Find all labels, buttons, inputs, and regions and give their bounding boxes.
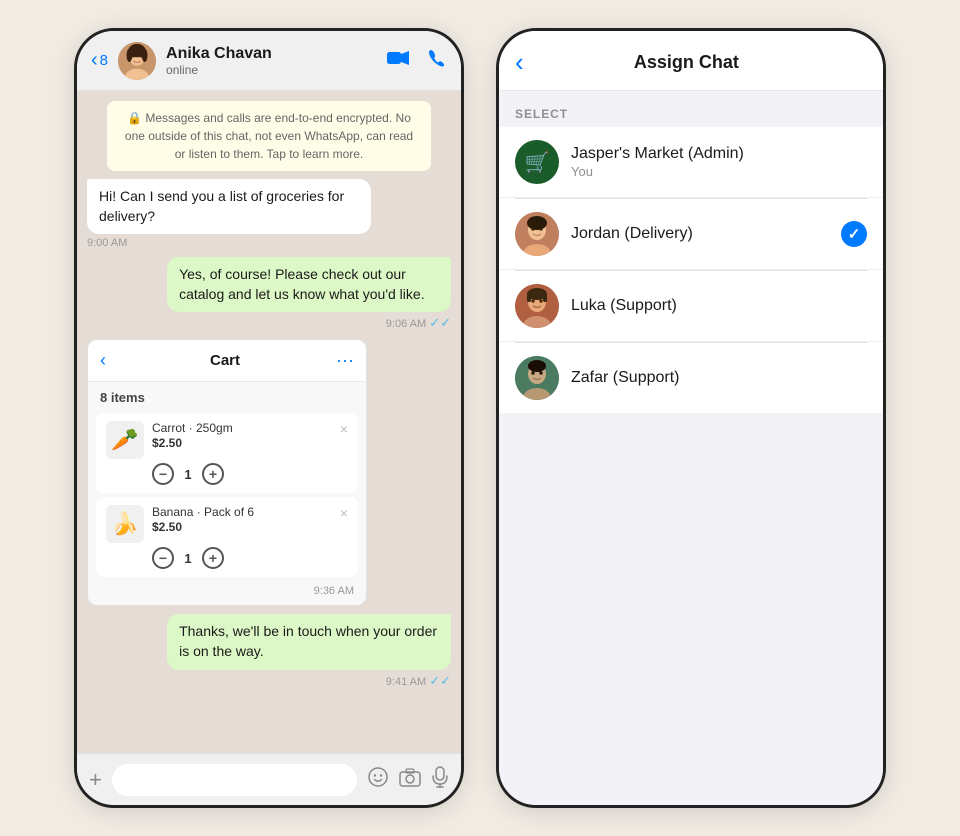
assign-item-info: Zafar (Support): [571, 369, 867, 387]
assign-item-name: Zafar (Support): [571, 369, 867, 387]
assign-section-label: SELECT: [499, 91, 883, 127]
jordan-avatar: [515, 212, 559, 256]
jaspers-avatar: 🛒: [515, 140, 559, 184]
assign-item-jaspers[interactable]: 🛒 Jasper's Market (Admin) You: [499, 127, 883, 198]
qty-value: 1: [180, 551, 196, 566]
message-sent-2: Thanks, we'll be in touch when your orde…: [87, 614, 451, 688]
encryption-notice: 🔒 Messages and calls are end-to-end encr…: [107, 101, 431, 171]
left-phone: ‹ 8 Anika Chavan online: [74, 28, 464, 808]
cart-timestamp: 9:36 AM: [88, 581, 366, 605]
banana-image: 🍌: [106, 505, 144, 543]
video-call-icon[interactable]: [387, 49, 409, 72]
cart-item-info: Carrot · 250gm $2.50: [152, 421, 348, 450]
luka-avatar: [515, 284, 559, 328]
chat-input[interactable]: [112, 764, 357, 796]
carrot-image: 🥕: [106, 421, 144, 459]
message-bubble: Thanks, we'll be in touch when your orde…: [167, 614, 451, 669]
back-count: 8: [100, 52, 108, 69]
qty-increase-button[interactable]: +: [202, 463, 224, 485]
cart-item-price: $2.50: [152, 520, 348, 534]
cart-more-icon[interactable]: ···: [336, 350, 354, 371]
assign-item-zafar[interactable]: Zafar (Support): [499, 343, 883, 413]
assign-item-info: Jasper's Market (Admin) You: [571, 145, 867, 179]
assign-title: Assign Chat: [532, 52, 841, 73]
message-ticks: ✓✓: [429, 673, 451, 688]
camera-icon[interactable]: [399, 767, 421, 793]
qty-increase-button[interactable]: +: [202, 547, 224, 569]
qty-value: 1: [180, 467, 196, 482]
contact-avatar: [118, 42, 156, 80]
header-actions: [387, 48, 447, 74]
cart-item-1: 🥕 Carrot · 250gm $2.50 × − 1 +: [96, 413, 358, 493]
chat-body: 🔒 Messages and calls are end-to-end encr…: [77, 91, 461, 753]
cart-item-price: $2.50: [152, 436, 348, 450]
message-text: Thanks, we'll be in touch when your orde…: [179, 623, 437, 659]
back-button[interactable]: ‹ 8: [91, 49, 108, 72]
assign-agent-list: 🛒 Jasper's Market (Admin) You: [499, 127, 883, 413]
message-sent-1: Yes, of course! Please check out our cat…: [87, 257, 451, 331]
contact-info: Anika Chavan online: [166, 45, 377, 77]
cart-item-2: 🍌 Banana · Pack of 6 $2.50 × − 1 +: [96, 497, 358, 577]
microphone-icon[interactable]: [431, 766, 449, 794]
contact-status: online: [166, 63, 377, 77]
qty-decrease-button[interactable]: −: [152, 463, 174, 485]
qty-decrease-button[interactable]: −: [152, 547, 174, 569]
time-text: 9:41 AM: [386, 676, 426, 688]
message-text: Yes, of course! Please check out our cat…: [179, 266, 425, 302]
cart-count: 8 items: [88, 382, 366, 409]
sticker-icon[interactable]: [367, 766, 389, 794]
time-text: 9:06 AM: [386, 318, 426, 330]
message-bubble: Hi! Can I send you a list of groceries f…: [87, 179, 371, 234]
cart-back-icon[interactable]: ‹: [100, 350, 106, 371]
message-text: Hi! Can I send you a list of groceries f…: [99, 188, 344, 224]
assign-header: ‹ Assign Chat: [499, 31, 883, 91]
cart-header: ‹ Cart ···: [88, 340, 366, 382]
back-chevron-icon: ‹: [91, 49, 98, 72]
message-ticks: ✓✓: [429, 315, 451, 330]
cart-qty-row: − 1 +: [106, 463, 348, 485]
assign-item-name: Luka (Support): [571, 297, 867, 315]
assign-item-name: Jasper's Market (Admin): [571, 145, 867, 163]
svg-text:🛒: 🛒: [525, 150, 550, 174]
cart-item-info: Banana · Pack of 6 $2.50: [152, 505, 348, 534]
message-time: 9:41 AM ✓✓: [386, 673, 451, 689]
cart-card: ‹ Cart ··· 8 items 🥕 Carrot · 250gm $2.5…: [87, 339, 367, 606]
encryption-text: 🔒 Messages and calls are end-to-end encr…: [125, 111, 413, 161]
message-received-1: Hi! Can I send you a list of groceries f…: [87, 179, 451, 249]
assign-item-jordan[interactable]: Jordan (Delivery) ✓: [499, 199, 883, 270]
cart-item-close-icon[interactable]: ×: [340, 505, 348, 521]
message-bubble: Yes, of course! Please check out our cat…: [167, 257, 451, 312]
contact-name: Anika Chavan: [166, 45, 377, 63]
assign-back-button[interactable]: ‹: [515, 47, 524, 78]
message-time: 9:06 AM ✓✓: [386, 315, 451, 331]
chat-input-bar: +: [77, 753, 461, 805]
cart-item-name: Carrot · 250gm: [152, 421, 348, 435]
cart-item-name: Banana · Pack of 6: [152, 505, 348, 519]
cart-message: ‹ Cart ··· 8 items 🥕 Carrot · 250gm $2.5…: [87, 339, 451, 606]
right-phone: ‹ Assign Chat SELECT 🛒 Jasper's Market (…: [496, 28, 886, 808]
chat-header: ‹ 8 Anika Chavan online: [77, 31, 461, 91]
cart-item-close-icon[interactable]: ×: [340, 421, 348, 437]
assign-body: SELECT 🛒 Jasper's Market (Admin) You: [499, 91, 883, 805]
assign-item-info: Jordan (Delivery): [571, 225, 829, 243]
message-time: 9:00 AM: [87, 237, 127, 249]
assign-selected-check: ✓: [841, 221, 867, 247]
assign-item-sub: You: [571, 164, 867, 179]
assign-item-name: Jordan (Delivery): [571, 225, 829, 243]
phone-call-icon[interactable]: [427, 48, 447, 74]
add-attachment-icon[interactable]: +: [89, 767, 102, 793]
assign-item-info: Luka (Support): [571, 297, 867, 315]
cart-qty-row: − 1 +: [106, 547, 348, 569]
cart-title: Cart: [114, 352, 336, 369]
zafar-avatar: [515, 356, 559, 400]
assign-item-luka[interactable]: Luka (Support): [499, 271, 883, 342]
